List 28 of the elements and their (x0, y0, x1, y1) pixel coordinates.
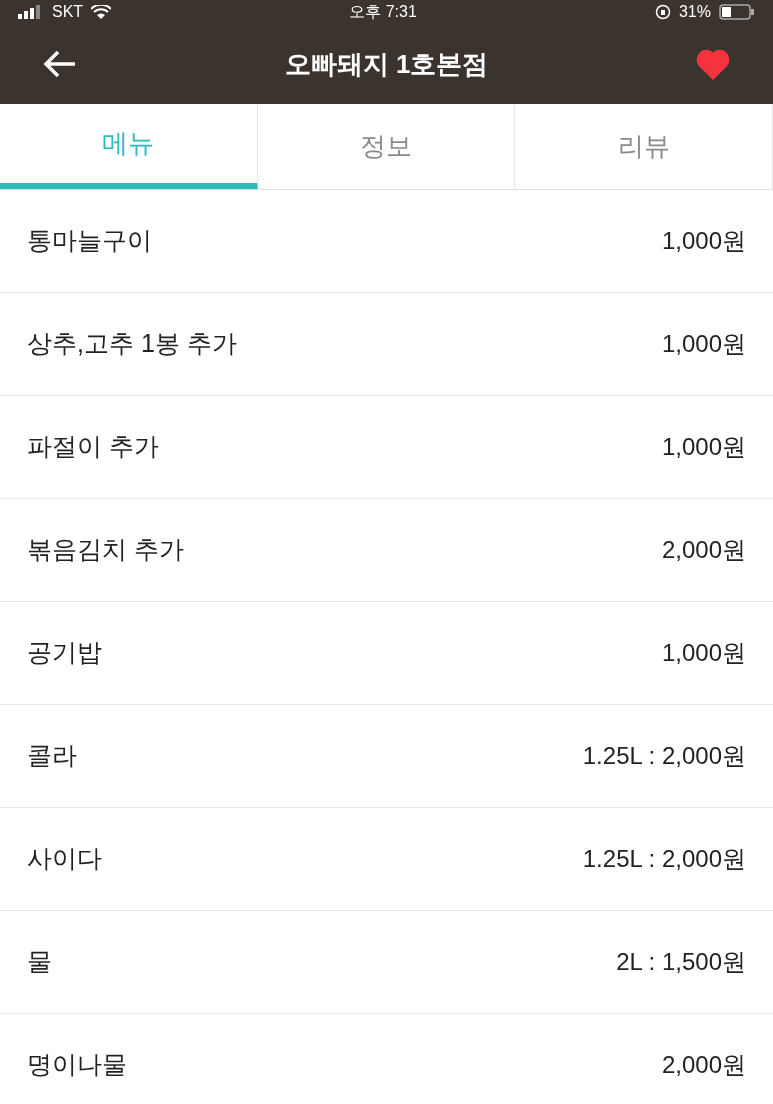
menu-item-price: 1,000원 (661, 226, 746, 256)
clock-text: 오후 7:31 (349, 2, 417, 22)
wifi-icon (91, 5, 112, 19)
menu-item-name: 명이나물 (27, 1049, 127, 1081)
tab[interactable]: 정보 (257, 104, 516, 189)
menu-item-price: 1,000원 (661, 432, 746, 462)
menu-item-price: 2,000원 (661, 535, 746, 565)
menu-item-price: 1.25L : 2,000원 (582, 844, 746, 874)
menu-item-name: 파절이 추가 (27, 431, 159, 463)
carrier-text: SKT (52, 2, 84, 22)
menu-item-name: 사이다 (27, 843, 102, 875)
menu-item-name: 물 (27, 946, 52, 978)
menu-item-price: 1,000원 (661, 638, 746, 668)
menu-item-price: 2,000원 (661, 1050, 746, 1080)
battery-icon (719, 4, 755, 20)
menu-item-name: 통마늘구이 (27, 225, 152, 257)
tab[interactable]: 리뷰 (515, 104, 773, 189)
menu-item-name: 공기밥 (27, 637, 102, 669)
menu-item-price: 1.25L : 2,000원 (582, 741, 746, 771)
menu-item-name: 볶음김치 추가 (27, 534, 184, 566)
menu-item-name: 상추,고추 1봉 추가 (27, 328, 237, 360)
menu-item-price: 1,000원 (661, 329, 746, 359)
menu-item-name: 콜라 (27, 740, 77, 772)
menu-item-price: 2L : 1,500원 (616, 947, 746, 977)
store-title: 오빠돼지 1호본점 (284, 47, 489, 81)
rotation-lock-icon (654, 4, 671, 20)
battery-text: 31% (678, 2, 711, 22)
tab[interactable]: 메뉴 (0, 104, 258, 189)
